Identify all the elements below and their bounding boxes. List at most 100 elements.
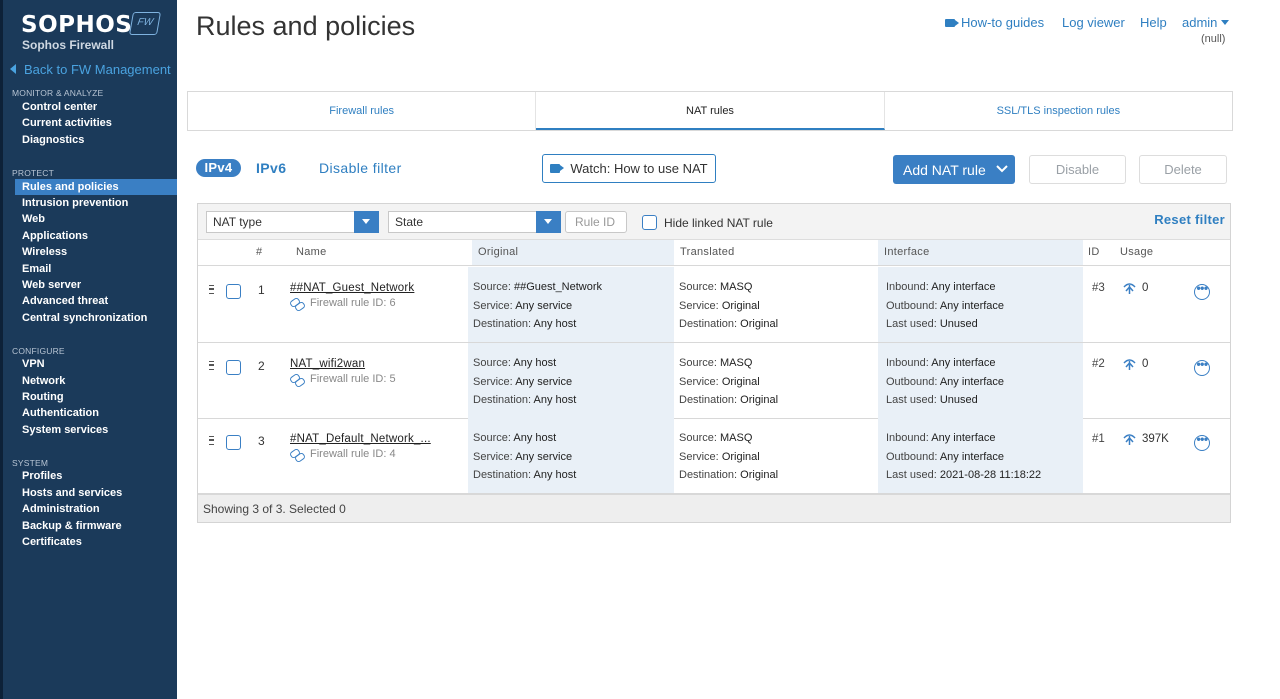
- sidebar-item-current-activities[interactable]: Current activities: [15, 115, 177, 131]
- translated-destination: Original: [740, 469, 779, 481]
- translated-destination: Original: [740, 318, 779, 330]
- linked-firewall-rule[interactable]: Firewall rule ID: 4: [290, 448, 396, 460]
- state-select[interactable]: State: [388, 211, 561, 233]
- chevron-down-icon[interactable]: [989, 164, 1015, 176]
- sidebar-item-profiles[interactable]: Profiles: [15, 468, 177, 484]
- drag-handle-icon[interactable]: [209, 436, 214, 445]
- rule-name-link[interactable]: #NAT_Default_Network_...: [290, 433, 431, 445]
- firewall-rule-id: Firewall rule ID: 5: [310, 373, 396, 385]
- sidebar-item-intrusion-prevention[interactable]: Intrusion prevention: [15, 195, 177, 211]
- column-header-translated[interactable]: Translated: [680, 240, 735, 265]
- link-chain-icon: [290, 374, 304, 384]
- sidebar-item-network[interactable]: Network: [15, 373, 177, 389]
- inbound-interface: Any interface: [931, 281, 996, 293]
- product-name: Sophos Firewall: [22, 38, 115, 52]
- fw-badge-icon: FW: [128, 12, 162, 35]
- chevron-left-icon: [10, 64, 16, 74]
- column-header-number[interactable]: #: [256, 240, 262, 265]
- rule-name-link[interactable]: ##NAT_Guest_Network: [290, 282, 414, 294]
- original-source: Any host: [513, 357, 557, 369]
- sidebar-item-routing[interactable]: Routing: [15, 389, 177, 405]
- sidebar-item-rules-and-policies[interactable]: Rules and policies: [15, 179, 177, 195]
- column-header-name[interactable]: Name: [296, 240, 327, 265]
- last-used: Unused: [939, 394, 978, 406]
- nat-type-value: NAT type: [213, 215, 262, 229]
- translated-details: Source: MASQ Service: Original Destinati…: [679, 357, 779, 406]
- disable-filter-link[interactable]: Disable filter: [319, 160, 402, 176]
- sidebar-item-email[interactable]: Email: [15, 261, 177, 277]
- sidebar-item-hosts-and-services[interactable]: Hosts and services: [15, 485, 177, 501]
- original-source: Any host: [513, 432, 557, 444]
- translated-source: MASQ: [719, 281, 753, 293]
- more-options-icon[interactable]: •••: [1194, 358, 1210, 376]
- sidebar-item-central-synchronization[interactable]: Central synchronization: [15, 310, 177, 326]
- table-row[interactable]: 2 NAT_wifi2wan Firewall rule ID: 5 Sourc…: [198, 343, 1230, 419]
- sidebar-edge: [0, 0, 3, 699]
- sidebar-item-web-server[interactable]: Web server: [15, 277, 177, 293]
- sidebar-item-web[interactable]: Web: [15, 211, 177, 227]
- tab-firewall-rules[interactable]: Firewall rules: [188, 92, 537, 130]
- row-checkbox[interactable]: [226, 360, 241, 375]
- watch-how-to-use-nat-button[interactable]: Watch: How to use NAT: [542, 154, 716, 183]
- admin-menu[interactable]: admin: [1182, 15, 1230, 30]
- table-row[interactable]: 3 #NAT_Default_Network_... Firewall rule…: [198, 418, 1230, 494]
- hide-linked-checkbox[interactable]: [642, 215, 657, 230]
- sidebar-item-authentication[interactable]: Authentication: [15, 405, 177, 421]
- back-to-fw-management-link[interactable]: Back to FW Management: [10, 62, 171, 77]
- add-nat-rule-button[interactable]: Add NAT rule: [893, 155, 1015, 184]
- translated-destination: Original: [740, 394, 779, 406]
- link-chain-icon: [290, 449, 304, 459]
- column-header-interface[interactable]: Interface: [878, 240, 1083, 265]
- tab-nat-rules[interactable]: NAT rules: [536, 92, 885, 130]
- nat-type-select[interactable]: NAT type: [206, 211, 379, 233]
- more-options-icon[interactable]: •••: [1194, 433, 1210, 451]
- sidebar-item-advanced-threat[interactable]: Advanced threat: [15, 293, 177, 309]
- more-options-icon[interactable]: •••: [1194, 282, 1210, 300]
- disable-button[interactable]: Disable: [1029, 155, 1126, 184]
- column-header-usage[interactable]: Usage: [1120, 240, 1153, 265]
- outbound-interface: Any interface: [939, 450, 1005, 463]
- rule-id: #2: [1092, 358, 1105, 370]
- translated-service: Original: [721, 450, 760, 463]
- dropdown-arrow-icon[interactable]: [354, 211, 379, 233]
- interface-details: Inbound: Any interface Outbound: Any int…: [886, 432, 1042, 481]
- sidebar-item-control-center[interactable]: Control center: [15, 99, 177, 115]
- sidebar-item-certificates[interactable]: Certificates: [15, 534, 177, 550]
- sidebar-item-administration[interactable]: Administration: [15, 501, 177, 517]
- column-header-original[interactable]: Original: [472, 240, 674, 265]
- drag-handle-icon[interactable]: [209, 285, 214, 294]
- sidebar-item-applications[interactable]: Applications: [15, 228, 177, 244]
- translated-service: Original: [721, 299, 760, 312]
- sidebar-item-vpn[interactable]: VPN: [15, 356, 177, 372]
- row-checkbox[interactable]: [226, 435, 241, 450]
- ipv6-toggle[interactable]: IPv6: [256, 160, 286, 176]
- linked-firewall-rule[interactable]: Firewall rule ID: 6: [290, 297, 396, 309]
- rule-id-input[interactable]: Rule ID: [565, 211, 627, 233]
- sidebar-item-system-services[interactable]: System services: [15, 422, 177, 438]
- traffic-icon: [1123, 434, 1136, 445]
- hide-linked-nat-rule-option[interactable]: Hide linked NAT rule: [642, 215, 773, 230]
- rule-name-link[interactable]: NAT_wifi2wan: [290, 358, 365, 370]
- linked-firewall-rule[interactable]: Firewall rule ID: 5: [290, 373, 396, 385]
- last-used: 2021-08-28 11:18:22: [939, 469, 1042, 481]
- translated-details: Source: MASQ Service: Original Destinati…: [679, 432, 779, 481]
- dropdown-arrow-icon[interactable]: [536, 211, 561, 233]
- sidebar-item-diagnostics[interactable]: Diagnostics: [15, 132, 177, 148]
- admin-subtext: (null): [1201, 33, 1226, 45]
- state-value: State: [395, 215, 424, 229]
- how-to-guides-link[interactable]: How-to guides: [945, 15, 1044, 30]
- usage-count: 0: [1123, 282, 1148, 294]
- tab-ssl-tls-inspection-rules[interactable]: SSL/TLS inspection rules: [885, 92, 1232, 130]
- delete-button[interactable]: Delete: [1139, 155, 1227, 184]
- original-destination: Any host: [533, 469, 577, 481]
- sidebar-item-wireless[interactable]: Wireless: [15, 244, 177, 260]
- help-link[interactable]: Help: [1140, 15, 1167, 30]
- log-viewer-link[interactable]: Log viewer: [1062, 15, 1125, 30]
- table-row[interactable]: 1 ##NAT_Guest_Network Firewall rule ID: …: [198, 267, 1230, 343]
- row-checkbox[interactable]: [226, 284, 241, 299]
- ipv4-toggle[interactable]: IPv4: [196, 159, 241, 177]
- reset-filter-link[interactable]: Reset filter: [1154, 212, 1225, 227]
- sidebar-item-backup-firmware[interactable]: Backup & firmware: [15, 518, 177, 534]
- column-header-id[interactable]: ID: [1088, 240, 1100, 265]
- drag-handle-icon[interactable]: [209, 361, 214, 370]
